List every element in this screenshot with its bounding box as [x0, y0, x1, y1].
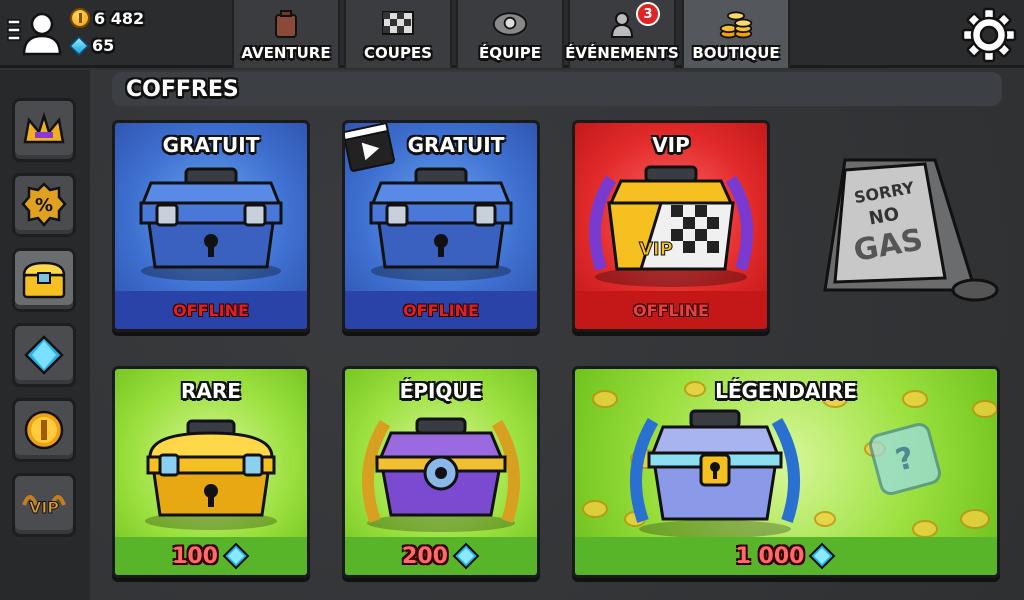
price-value: 100 [172, 543, 218, 569]
tab-equipe[interactable]: ÉQUIPE [456, 0, 564, 68]
sidebar-item-coins[interactable] [12, 398, 76, 462]
events-icon [604, 8, 640, 40]
card-footer: OFFLINE [345, 291, 537, 329]
gem-icon [452, 542, 480, 570]
tab-boutique[interactable]: BOUTIQUE [682, 0, 790, 68]
top-bar: 6 482 65 AVENTURE COUPES ÉQUIPE ÉVÉNEMEN… [0, 0, 1024, 68]
crown-icon [23, 111, 65, 144]
shop-sidebar: % VIP [0, 70, 90, 600]
gem-balance: 65 [68, 35, 115, 56]
svg-text:%: % [35, 195, 53, 216]
chest-card-free-video[interactable]: GRATUIT OFFLINE [342, 120, 540, 332]
tab-evenements[interactable]: ÉVÉNEMENTS 3 [565, 0, 679, 68]
coin-stack-icon [718, 8, 754, 40]
team-emblem-icon [492, 8, 528, 40]
coin-count: 6 482 [94, 8, 145, 28]
svg-text:VIP: VIP [29, 498, 59, 517]
tab-label: AVENTURE [241, 44, 331, 62]
price-button[interactable]: 1 000 [575, 537, 997, 575]
epic-chest-icon [361, 417, 521, 532]
price-button[interactable]: 100 [115, 537, 307, 575]
gem-icon [24, 335, 64, 375]
tab-label: COUPES [364, 44, 432, 62]
tab-label: ÉVÉNEMENTS [565, 44, 679, 62]
tab-label: BOUTIQUE [692, 44, 780, 62]
chest-title: LÉGENDAIRE [715, 379, 857, 403]
chest-card-free[interactable]: GRATUIT OFFLINE [112, 120, 310, 332]
price-value: 1 000 [735, 543, 805, 569]
card-footer: OFFLINE [115, 291, 307, 329]
coin-icon [24, 410, 64, 450]
gem-icon [68, 35, 90, 56]
gem-count: 65 [92, 36, 115, 55]
vip-chest-icon: VIP [588, 165, 754, 287]
status-label: OFFLINE [173, 300, 249, 320]
gold-chest-icon [145, 419, 277, 530]
status-label: OFFLINE [403, 300, 479, 320]
discount-badge-icon: % [21, 182, 67, 227]
chest-card-legendary[interactable]: ? LÉGENDAIRE 1 000 [572, 366, 1000, 578]
gem-icon [222, 542, 250, 570]
chest-icon [22, 261, 66, 299]
sidebar-item-chests[interactable] [12, 248, 76, 312]
card-footer: OFFLINE [575, 291, 767, 329]
chest-title: VIP [652, 133, 690, 157]
sidebar-item-crowns[interactable] [12, 98, 76, 162]
sign-illustration: SORRY NO GAS [823, 158, 999, 302]
notification-badge: 3 [636, 2, 660, 26]
profile-icon [7, 12, 62, 56]
fuel-can-icon [268, 8, 304, 40]
vip-badge-icon: VIP [22, 495, 66, 518]
gem-icon [809, 542, 836, 570]
checkered-flag-icon [380, 8, 416, 40]
price-button[interactable]: 200 [345, 537, 537, 575]
tab-aventure[interactable]: AVENTURE [232, 0, 340, 68]
sorry-no-gas-sign: SORRY NO GAS [805, 150, 1005, 310]
chest-card-vip[interactable]: VIP VIP OFFLINE [572, 120, 770, 332]
chest-title: ÉPIQUE [399, 379, 483, 403]
coin-balance: 6 482 [70, 8, 144, 28]
price-value: 200 [402, 543, 448, 569]
blue-chest-icon [369, 167, 513, 281]
gear-icon [961, 7, 1017, 63]
coin-icon [70, 8, 90, 28]
tab-label: ÉQUIPE [479, 44, 541, 62]
legendary-chest-icon [629, 409, 801, 538]
chest-title: GRATUIT [162, 133, 260, 157]
blue-chest-icon [139, 167, 283, 281]
profile-menu-button[interactable] [6, 8, 62, 58]
chest-card-rare[interactable]: RARE 100 [112, 366, 310, 578]
status-label: OFFLINE [633, 300, 709, 320]
mystery-box-icon: ? [869, 423, 941, 495]
sidebar-item-vip[interactable]: VIP [12, 473, 76, 537]
sidebar-item-gems[interactable] [12, 323, 76, 387]
tab-coupes[interactable]: COUPES [344, 0, 452, 68]
section-title: COFFRES [126, 76, 239, 102]
svg-text:VIP: VIP [639, 239, 673, 260]
chest-card-epic[interactable]: ÉPIQUE 200 [342, 366, 540, 578]
section-header: COFFRES [112, 72, 1002, 106]
sidebar-item-deals[interactable]: % [12, 173, 76, 237]
settings-button[interactable] [960, 6, 1018, 64]
chest-title: RARE [181, 379, 241, 403]
